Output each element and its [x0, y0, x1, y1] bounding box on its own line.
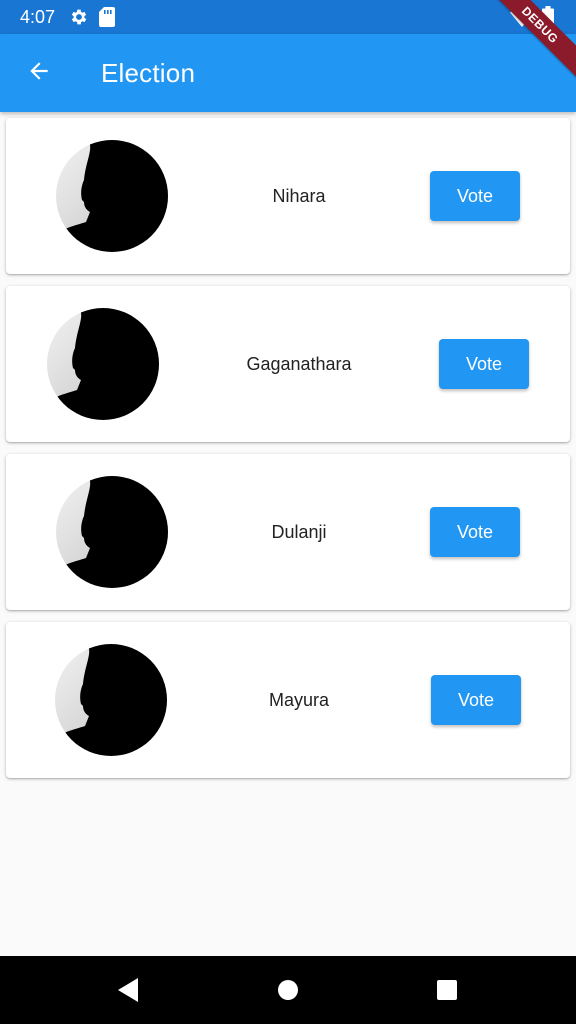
status-time: 4:07 — [20, 6, 56, 27]
candidate-card: Nihara Vote — [6, 118, 570, 274]
nav-home-button[interactable] — [276, 976, 300, 1009]
candidate-avatar — [56, 476, 168, 588]
candidate-list: Nihara Vote Gaganathara Vote Dulanji Vot… — [6, 118, 570, 790]
back-triangle-icon — [114, 976, 140, 1009]
arrow-left-icon — [26, 58, 52, 89]
back-button[interactable] — [15, 49, 63, 97]
settings-icon — [69, 7, 89, 27]
status-bar: 4:07 — [0, 0, 576, 34]
candidate-card: Dulanji Vote — [6, 454, 570, 610]
navigation-bar — [0, 956, 576, 1024]
candidate-name: Dulanji — [271, 521, 327, 542]
candidate-avatar — [47, 308, 159, 420]
candidate-avatar — [55, 644, 167, 756]
nav-recents-button[interactable] — [436, 976, 458, 1009]
home-circle-icon — [276, 976, 300, 1009]
page-title: Election — [101, 57, 196, 88]
recents-square-icon — [436, 976, 458, 1009]
candidate-card: Mayura Vote — [6, 622, 570, 778]
vote-button[interactable]: Vote — [430, 171, 520, 221]
candidate-name: Gaganathara — [246, 353, 352, 374]
vote-button[interactable]: Vote — [430, 507, 520, 557]
candidate-avatar — [56, 140, 168, 252]
app-bar: Election — [0, 34, 576, 112]
sd-card-icon — [99, 7, 116, 27]
candidate-name: Nihara — [272, 185, 326, 206]
candidate-name: Mayura — [268, 689, 330, 710]
vote-button[interactable]: Vote — [439, 339, 529, 389]
vote-button[interactable]: Vote — [431, 675, 521, 725]
nav-back-button[interactable] — [114, 976, 140, 1009]
candidate-card: Gaganathara Vote — [6, 286, 570, 442]
